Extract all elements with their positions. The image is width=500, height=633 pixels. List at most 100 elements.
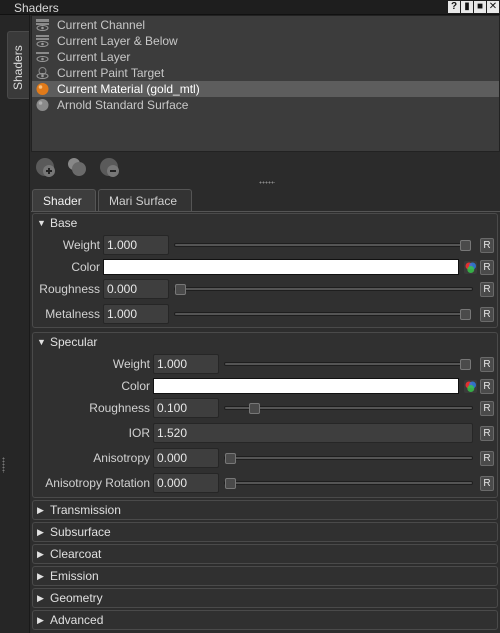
group-advanced[interactable]: ▶ Advanced — [32, 610, 498, 630]
color-swatch[interactable] — [103, 259, 459, 275]
specular-weight-slider-handle[interactable] — [460, 359, 471, 370]
roughness-slider-handle[interactable] — [175, 284, 186, 295]
group-title: Specular — [50, 335, 98, 349]
color-picker-icon[interactable] — [464, 261, 477, 274]
shader-list-label: Arnold Standard Surface — [57, 98, 189, 112]
close-button[interactable]: ✕ — [487, 1, 499, 13]
weight-reset-button[interactable]: R — [480, 238, 494, 253]
shader-list-label: Current Material (gold_mtl) — [57, 82, 200, 96]
ior-reset-button[interactable]: R — [480, 426, 494, 441]
shader-list-item-selected[interactable]: Current Material (gold_mtl) — [32, 81, 499, 97]
group-transmission[interactable]: ▶ Transmission — [32, 500, 498, 520]
tab-mari-surface[interactable]: Mari Surface — [98, 189, 192, 211]
weight-slider-handle[interactable] — [460, 240, 471, 251]
specular-color-label: Color — [121, 379, 150, 393]
anisotropy-reset-button[interactable]: R — [480, 451, 494, 466]
anisotropy-slider[interactable] — [224, 456, 473, 460]
shader-list-item[interactable]: Arnold Standard Surface — [32, 97, 499, 113]
metalness-slider-handle[interactable] — [460, 309, 471, 320]
group-geometry[interactable]: ▶ Geometry — [32, 588, 498, 608]
weight-label: Weight — [62, 238, 100, 252]
channel-eye-icon — [36, 19, 49, 31]
shader-list-label: Current Layer & Below — [57, 34, 178, 48]
anisotropy-rotation-field[interactable]: 0.000 — [153, 473, 219, 493]
specular-roughness-reset-button[interactable]: R — [480, 401, 494, 416]
group-base-header[interactable]: ▼ Base — [33, 214, 497, 233]
group-title: Geometry — [50, 591, 103, 605]
metalness-reset-button[interactable]: R — [480, 307, 494, 322]
collapse-triangle-icon: ▶ — [37, 505, 44, 515]
remove-shader-icon[interactable] — [99, 156, 121, 178]
color-picker-icon[interactable] — [464, 380, 477, 393]
specular-roughness-slider-handle[interactable] — [249, 403, 260, 414]
anisotropy-slider-handle[interactable] — [225, 453, 236, 464]
specular-weight-reset-button[interactable]: R — [480, 357, 494, 372]
specular-roughness-label: Roughness — [89, 401, 150, 415]
resize-grip-icon[interactable] — [259, 181, 275, 184]
anisotropy-label: Anisotropy — [93, 451, 150, 465]
panel-titlebar: Shaders ? ▮ ■ ✕ — [0, 0, 500, 15]
collapse-triangle-icon: ▶ — [37, 593, 44, 603]
shader-list-item[interactable]: Current Layer & Below — [32, 33, 499, 49]
layer-eye-icon — [36, 35, 49, 47]
roughness-reset-button[interactable]: R — [480, 282, 494, 297]
specular-weight-label: Weight — [112, 357, 150, 371]
group-specular: ▼ Specular Weight 1.000 R Color R Roughn… — [32, 332, 498, 498]
specular-weight-field[interactable]: 1.000 — [153, 354, 219, 374]
specular-color-reset-button[interactable]: R — [480, 379, 494, 394]
tab-shaders-label: Shaders — [11, 45, 25, 90]
group-base: ▼ Base Weight 1.000 R Color R Roughness … — [32, 213, 498, 328]
specular-roughness-slider[interactable] — [224, 406, 473, 410]
group-subsurface[interactable]: ▶ Subsurface — [32, 522, 498, 542]
help-button[interactable]: ? — [448, 1, 460, 13]
weight-field[interactable]: 1.000 — [103, 235, 169, 255]
metalness-label: Metalness — [45, 307, 100, 321]
window-buttons: ? ▮ ■ ✕ — [448, 1, 499, 13]
group-specular-header[interactable]: ▼ Specular — [33, 333, 497, 352]
specular-roughness-field[interactable]: 0.100 — [153, 398, 219, 418]
expand-triangle-icon: ▼ — [37, 218, 46, 228]
metalness-field[interactable]: 1.000 — [103, 304, 169, 324]
minimize-button[interactable]: ▮ — [461, 1, 473, 13]
group-emission[interactable]: ▶ Emission — [32, 566, 498, 586]
shader-list-item[interactable]: Current Channel — [32, 17, 499, 33]
metalness-slider[interactable] — [174, 312, 469, 316]
specular-color-swatch[interactable] — [153, 378, 459, 394]
group-title: Advanced — [50, 613, 104, 627]
anisotropy-field[interactable]: 0.000 — [153, 448, 219, 468]
color-label: Color — [71, 260, 100, 274]
side-tab-strip: Shaders — [0, 15, 30, 633]
layer-eye-icon — [36, 52, 49, 62]
ior-field[interactable]: 1.520 — [153, 423, 473, 443]
shader-list-item[interactable]: Current Paint Target — [32, 65, 499, 81]
material-ball-grey-icon — [36, 99, 49, 111]
group-title: Base — [50, 216, 78, 230]
roughness-field[interactable]: 0.000 — [103, 279, 169, 299]
shader-toolbar — [31, 152, 500, 186]
panel-title: Shaders — [14, 1, 59, 15]
weight-slider[interactable] — [174, 243, 469, 247]
group-clearcoat[interactable]: ▶ Clearcoat — [32, 544, 498, 564]
shader-list: Current Channel Current Layer & Below Cu… — [31, 15, 500, 152]
splitter-grip-icon[interactable] — [2, 457, 5, 473]
anisotropy-rotation-reset-button[interactable]: R — [480, 476, 494, 491]
tab-shaders-vertical[interactable]: Shaders — [7, 31, 29, 99]
roughness-slider[interactable] — [174, 287, 473, 291]
tab-shader[interactable]: Shader — [32, 189, 96, 211]
maximize-button[interactable]: ■ — [474, 1, 486, 13]
color-reset-button[interactable]: R — [480, 260, 494, 275]
shader-list-label: Current Layer — [57, 50, 131, 64]
anisotropy-rotation-slider[interactable] — [224, 481, 473, 485]
add-shader-icon[interactable] — [35, 156, 57, 178]
anisotropy-rotation-slider-handle[interactable] — [225, 478, 236, 489]
duplicate-shader-icon[interactable] — [66, 156, 88, 178]
group-title: Clearcoat — [50, 547, 102, 561]
specular-weight-slider[interactable] — [224, 362, 469, 366]
shader-list-label: Current Channel — [57, 18, 146, 32]
roughness-label: Roughness — [39, 282, 100, 296]
shader-list-label: Current Paint Target — [57, 66, 165, 80]
collapse-triangle-icon: ▶ — [37, 527, 44, 537]
anisotropy-rotation-label: Anisotropy Rotation — [45, 476, 150, 490]
shader-list-item[interactable]: Current Layer — [32, 49, 499, 65]
group-title: Subsurface — [50, 525, 111, 539]
